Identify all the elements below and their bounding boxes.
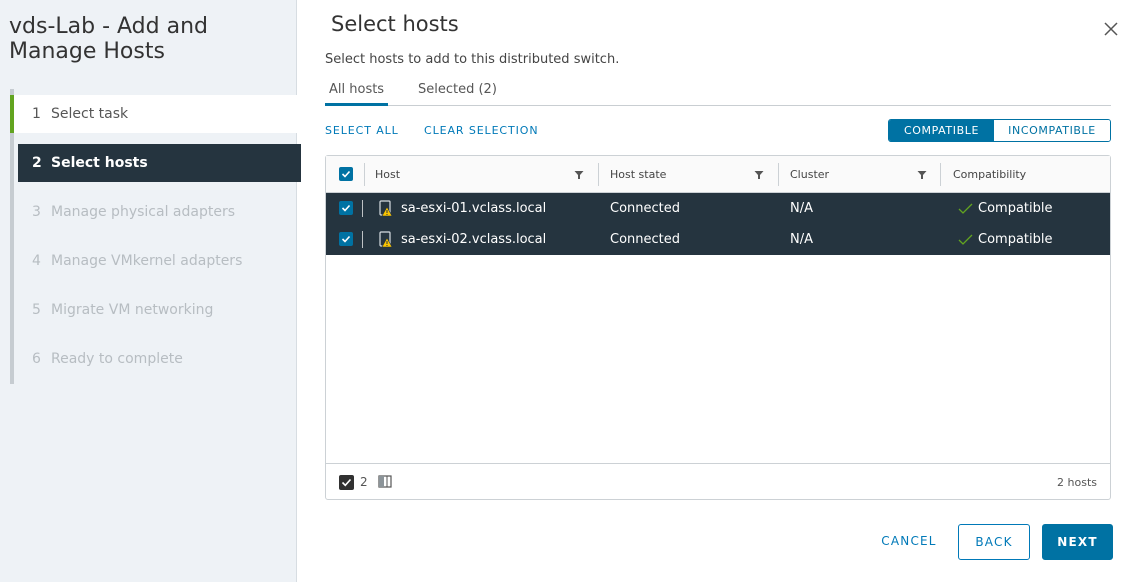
select-all-button[interactable]: SELECT ALL: [325, 124, 399, 137]
step-label: Select hosts: [51, 155, 148, 171]
datagrid-header: Host Host state Cluster Compatibility: [326, 156, 1110, 193]
host-warning-icon: [379, 231, 393, 248]
column-toggle-icon[interactable]: [378, 475, 392, 488]
page-title: Select hosts: [331, 12, 459, 36]
wizard-title-line1: vds-Lab - Add and: [9, 14, 208, 39]
host-compatibility: Compatible: [978, 201, 1053, 216]
datagrid-footer: 2 2 hosts: [326, 463, 1110, 500]
host-cluster: N/A: [790, 232, 813, 247]
incompatible-toggle-button[interactable]: INCOMPATIBLE: [994, 120, 1110, 141]
wizard-title-line2: Manage Hosts: [9, 39, 165, 64]
checkmark-icon: [341, 235, 351, 243]
total-hosts: 2 hosts: [1057, 476, 1097, 489]
row-checkbox[interactable]: [339, 232, 353, 246]
wizard-sidebar: vds-Lab - Add and Manage Hosts 1 Select t…: [0, 0, 301, 582]
host-state: Connected: [610, 201, 681, 216]
step-manage-vmkernel-adapters: 4 Manage VMkernel adapters: [14, 242, 297, 280]
filter-icon[interactable]: [754, 170, 764, 180]
table-row[interactable]: sa-esxi-02.vclass.local Connected N/A Co…: [326, 224, 1110, 255]
step-label: Manage VMkernel adapters: [51, 253, 243, 269]
column-divider: [364, 163, 365, 186]
page-subtitle: Select hosts to add to this distributed …: [325, 52, 620, 67]
checkmark-icon: [341, 204, 351, 212]
step-select-hosts[interactable]: 2 Select hosts: [18, 144, 301, 182]
filter-icon[interactable]: [574, 170, 584, 180]
step-label: Ready to complete: [51, 351, 183, 367]
close-icon[interactable]: [1102, 20, 1120, 38]
step-number: 2: [32, 155, 42, 171]
selection-count: 2: [360, 475, 368, 489]
step-number: 4: [32, 253, 41, 269]
tab-all-hosts[interactable]: All hosts: [325, 80, 389, 106]
step-label: Select task: [51, 106, 129, 122]
column-header-compatibility[interactable]: Compatibility: [953, 156, 1026, 193]
host-name[interactable]: sa-esxi-01.vclass.local: [401, 193, 546, 224]
column-divider: [778, 163, 779, 186]
compatibility-toggle: COMPATIBLE INCOMPATIBLE: [888, 119, 1111, 142]
cancel-button[interactable]: CANCEL: [872, 524, 946, 560]
step-number: 6: [32, 351, 41, 367]
column-header-host[interactable]: Host: [375, 156, 400, 193]
column-header-cluster[interactable]: Cluster: [790, 156, 829, 193]
selection-count-checkbox[interactable]: [339, 475, 354, 490]
step-number: 5: [32, 302, 41, 318]
column-divider: [940, 163, 941, 186]
step-number: 1: [32, 106, 41, 122]
row-divider: [362, 231, 363, 248]
checkmark-icon: [341, 478, 352, 487]
compatible-toggle-button[interactable]: COMPATIBLE: [889, 120, 994, 141]
step-migrate-vm-networking: 5 Migrate VM networking: [14, 291, 297, 329]
column-divider: [598, 163, 599, 186]
row-divider: [362, 200, 363, 217]
wizard-title: vds-Lab - Add and Manage Hosts: [9, 14, 208, 64]
host-state: Connected: [610, 232, 681, 247]
host-name[interactable]: sa-esxi-02.vclass.local: [401, 224, 546, 255]
wizard-steps: 1 Select task 2 Select hosts 3 Manage physi…: [10, 89, 301, 384]
tab-bar: All hosts Selected (2): [325, 80, 1111, 106]
step-ready-to-complete: 6 Ready to complete: [14, 340, 297, 378]
step-manage-physical-adapters: 3 Manage physical adapters: [14, 193, 297, 231]
clear-selection-button[interactable]: CLEAR SELECTION: [424, 124, 538, 137]
next-button[interactable]: NEXT: [1042, 524, 1113, 560]
check-icon: [958, 203, 973, 214]
host-cluster: N/A: [790, 201, 813, 216]
column-header-host-state[interactable]: Host state: [610, 156, 666, 193]
host-compatibility: Compatible: [978, 232, 1053, 247]
step-label: Manage physical adapters: [51, 204, 235, 220]
step-label: Migrate VM networking: [51, 302, 214, 318]
tab-selected[interactable]: Selected (2): [414, 80, 501, 106]
step-number: 3: [32, 204, 41, 220]
filter-icon[interactable]: [917, 170, 927, 180]
table-row[interactable]: sa-esxi-01.vclass.local Connected N/A Co…: [326, 193, 1110, 224]
back-button[interactable]: BACK: [958, 524, 1030, 560]
row-checkbox[interactable]: [339, 201, 353, 215]
host-warning-icon: [379, 200, 393, 217]
check-icon: [958, 234, 973, 245]
checkmark-icon: [341, 170, 351, 178]
step-select-task[interactable]: 1 Select task: [10, 95, 297, 133]
select-all-checkbox[interactable]: [339, 167, 353, 181]
hosts-datagrid: Host Host state Cluster Compatibility sa…: [325, 155, 1111, 500]
